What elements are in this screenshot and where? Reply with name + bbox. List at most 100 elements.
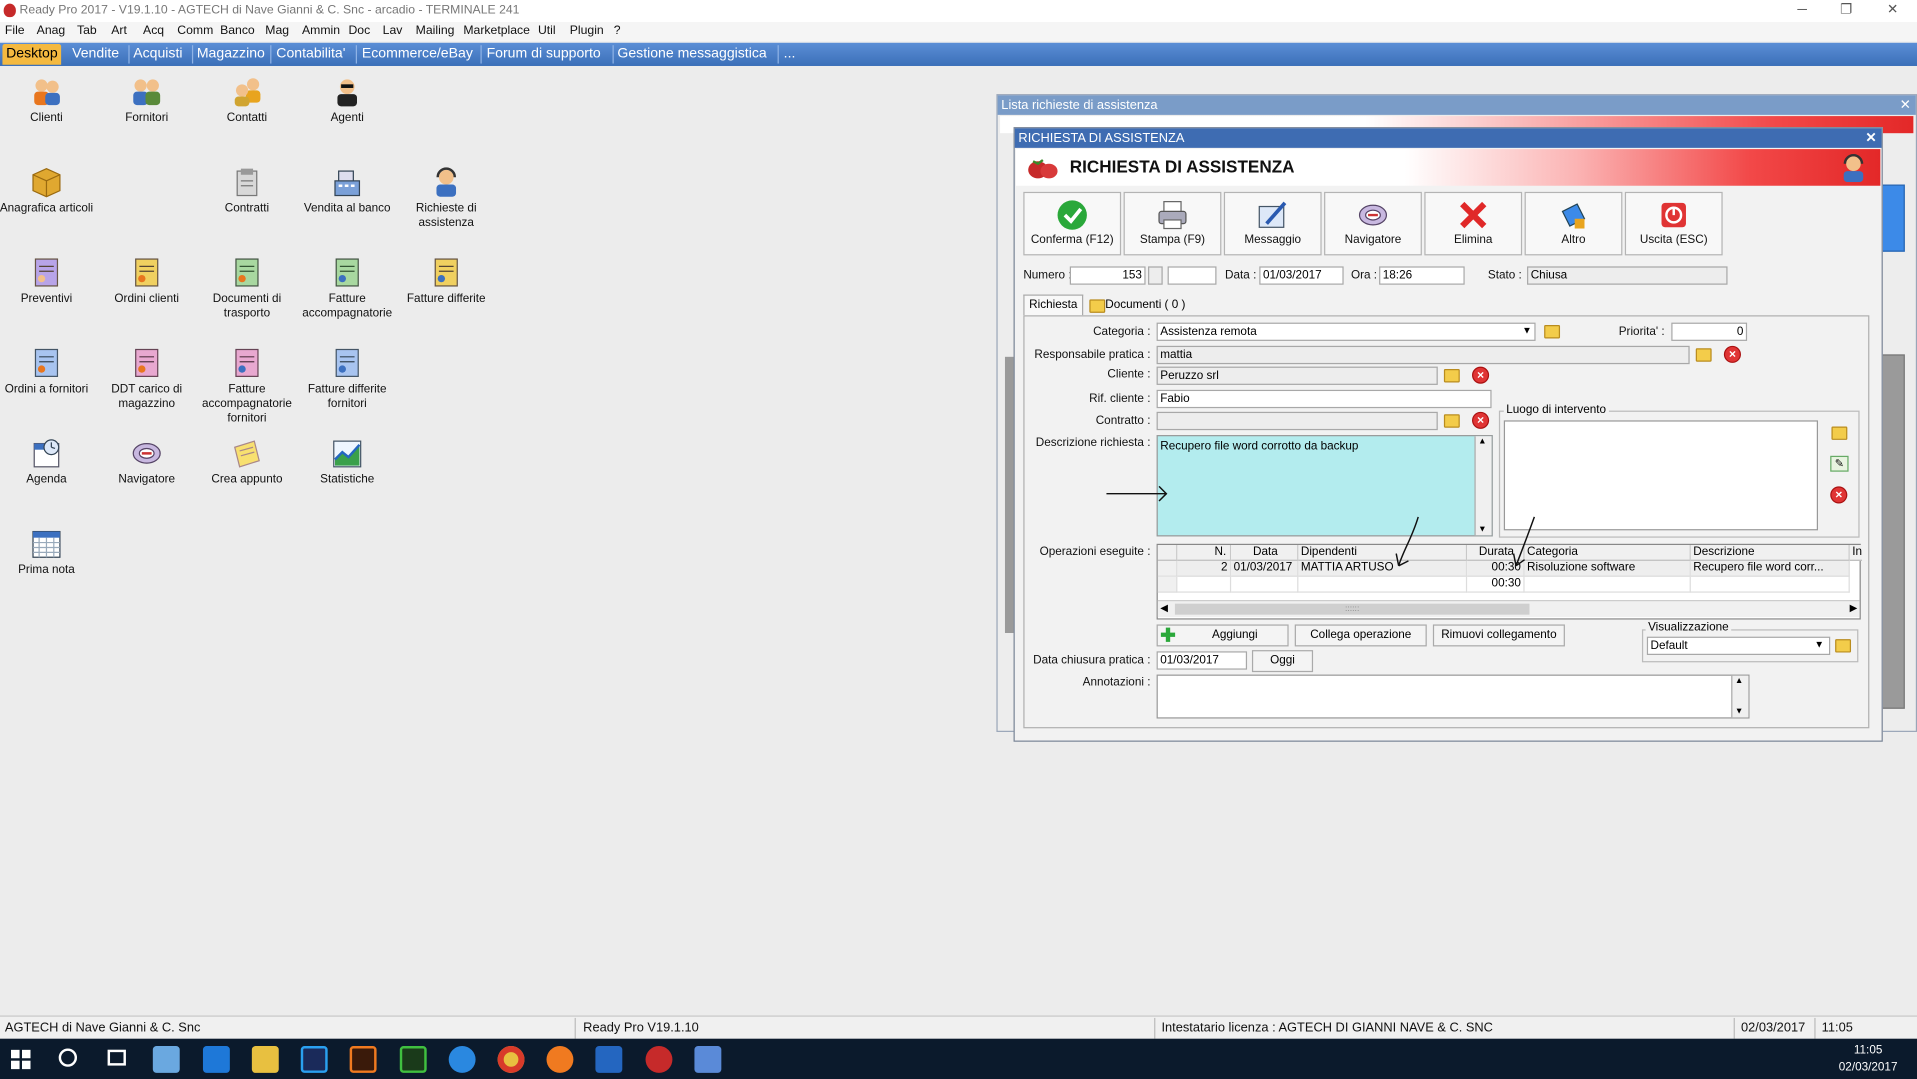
visualizzazione-dropdown-icon[interactable]: ▼ — [1814, 639, 1824, 650]
other-button[interactable]: Altro — [1524, 191, 1623, 256]
dreamweaver-icon[interactable] — [399, 1046, 427, 1073]
cliente-clear-icon[interactable]: × — [1472, 366, 1490, 384]
desktop-icon-agenda[interactable]: Agenda — [0, 437, 95, 487]
menu-plugin[interactable]: Plugin — [570, 24, 604, 37]
menu-mailing[interactable]: Mailing — [416, 24, 455, 37]
desktop-icon-statistiche[interactable]: Statistiche — [298, 437, 396, 487]
categoria-select[interactable]: Assistenza remota — [1156, 322, 1536, 341]
grid-header-in[interactable]: In — [1849, 545, 1863, 561]
responsabile-field[interactable]: mattia — [1156, 345, 1690, 365]
tab-forum[interactable]: Forum di supporto — [483, 44, 604, 65]
internet-explorer-icon[interactable] — [448, 1046, 476, 1073]
numero-spin[interactable] — [1148, 266, 1163, 285]
app-taskbar-icon-2[interactable] — [694, 1046, 722, 1073]
subtab-richiesta[interactable]: Richiesta — [1023, 294, 1084, 316]
rif-cliente-field[interactable]: Fabio — [1156, 389, 1492, 409]
chiusura-field[interactable]: 01/03/2017 — [1156, 651, 1248, 670]
tab-magazzino[interactable]: Magazzino — [193, 44, 268, 65]
request-close-button[interactable]: ✕ — [1865, 130, 1876, 146]
print-button[interactable]: Stampa (F9) — [1123, 191, 1222, 256]
desktop-icon-preventivi[interactable]: Preventivi — [0, 257, 95, 307]
numero-field[interactable]: 153 — [1069, 266, 1146, 285]
close-window-button[interactable]: ✕ — [1871, 0, 1915, 22]
today-button[interactable]: Oggi — [1251, 650, 1314, 673]
menu-banco[interactable]: Banco — [220, 24, 255, 37]
desktop-icon-fatture-differite-fornitori[interactable]: Fatture differite fornitori — [298, 347, 396, 412]
windows-start-icon[interactable] — [11, 1049, 31, 1073]
subtab-documenti[interactable]: Documenti ( 0 ) — [1086, 296, 1186, 316]
remove-link-button[interactable]: Rimuovi collegamento — [1432, 624, 1565, 647]
cliente-folder-icon[interactable] — [1443, 369, 1460, 383]
menu-comm[interactable]: Comm — [177, 24, 213, 37]
desktop-icon-anagrafica-articoli[interactable]: Anagrafica articoli — [0, 166, 95, 216]
cliente-field[interactable]: Peruzzo srl — [1156, 366, 1438, 385]
link-operation-button[interactable]: Collega operazione — [1294, 624, 1427, 647]
annotazioni-textarea[interactable] — [1156, 674, 1750, 719]
contratto-field[interactable] — [1156, 411, 1438, 431]
support-list-close-button[interactable]: ✕ — [1900, 97, 1911, 113]
luogo-folder-icon[interactable] — [1831, 426, 1848, 440]
desktop-icon-vendita-banco[interactable]: Vendita al banco — [298, 166, 396, 216]
responsabile-folder-icon[interactable] — [1695, 348, 1712, 362]
exit-button[interactable]: Uscita (ESC) — [1624, 191, 1723, 256]
outlook-icon[interactable] — [595, 1046, 623, 1073]
tab-acquisti[interactable]: Acquisti — [130, 44, 187, 65]
tab-ecommerce[interactable]: Ecommerce/eBay — [358, 44, 476, 65]
desktop-icon-navigatore[interactable]: Navigatore — [98, 437, 196, 487]
search-icon[interactable] — [58, 1048, 78, 1067]
file-explorer-icon[interactable] — [251, 1046, 279, 1073]
task-view-icon[interactable] — [107, 1049, 126, 1066]
desktop-icon-documenti-trasporto[interactable]: Documenti di trasporto — [198, 257, 296, 322]
grid-horizontal-scrollbar[interactable]: ◀ :::::: ▶ — [1157, 600, 1860, 618]
data-field[interactable]: 01/03/2017 — [1259, 266, 1344, 285]
navigator-button[interactable]: Navigatore — [1324, 191, 1422, 256]
tab-messaggistica[interactable]: Gestione messaggistica — [614, 44, 771, 65]
menu-mag[interactable]: Mag — [265, 24, 289, 37]
menu-lav[interactable]: Lav — [383, 24, 403, 37]
tab-contabilita[interactable]: Contabilita' — [273, 44, 349, 65]
menu-acq[interactable]: Acq — [143, 24, 164, 37]
menu-util[interactable]: Util — [538, 24, 556, 37]
desktop-icon-fornitori[interactable]: Fornitori — [98, 76, 196, 126]
ora-field[interactable]: 18:26 — [1379, 266, 1465, 285]
menu-file[interactable]: File — [5, 24, 25, 37]
delete-button[interactable]: Elimina — [1424, 191, 1523, 256]
priorita-field[interactable]: 0 — [1671, 322, 1748, 341]
desktop-icon-crea-appunto[interactable]: Crea appunto — [198, 437, 296, 487]
desktop-icon-ordini-fornitori[interactable]: Ordini a fornitori — [0, 347, 95, 397]
desktop-icon-prima-nota[interactable]: Prima nota — [0, 528, 95, 578]
tab-vendite[interactable]: Vendite — [68, 44, 122, 65]
contratto-folder-icon[interactable] — [1443, 414, 1460, 428]
desktop-icon-fatture-accompagnatorie[interactable]: Fatture accompagnatorie — [298, 257, 396, 322]
ready-pro-icon[interactable] — [645, 1046, 673, 1073]
menu-marketplace[interactable]: Marketplace — [463, 24, 530, 37]
minimize-button[interactable]: ─ — [1780, 0, 1824, 22]
desktop-icon-fatture-differite[interactable]: Fatture differite — [397, 257, 495, 307]
tab-more[interactable]: ... — [780, 44, 799, 65]
menu-tab[interactable]: Tab — [77, 24, 97, 37]
desktop-icon-contratti[interactable]: Contratti — [198, 166, 296, 216]
menu-ammin[interactable]: Ammin — [302, 24, 340, 37]
categoria-dropdown-icon[interactable]: ▼ — [1522, 325, 1532, 336]
desktop-icon-contatti[interactable]: Contatti — [198, 76, 296, 126]
photoshop-icon[interactable] — [300, 1046, 328, 1073]
list-scroll-area[interactable] — [1880, 354, 1905, 709]
luogo-edit-icon[interactable]: ✎ — [1830, 455, 1849, 472]
numero-suffix-field[interactable] — [1167, 266, 1217, 285]
illustrator-icon[interactable] — [349, 1046, 377, 1073]
desktop-icon-ddt-carico[interactable]: DDT carico di magazzino — [98, 347, 196, 412]
menu-help[interactable]: ? — [614, 24, 621, 37]
categoria-folder-icon[interactable] — [1544, 325, 1561, 339]
tab-desktop[interactable]: Desktop — [2, 43, 62, 65]
desktop-icon-clienti[interactable]: Clienti — [0, 76, 95, 126]
chrome-icon[interactable] — [497, 1046, 525, 1073]
desktop-icon-richieste-assistenza[interactable]: Richieste di assistenza — [397, 166, 495, 231]
edge-icon[interactable] — [202, 1046, 230, 1073]
menu-art[interactable]: Art — [111, 24, 127, 37]
firefox-icon[interactable] — [546, 1046, 574, 1073]
taskbar-clock[interactable]: 11:05 02/03/2017 — [1839, 1042, 1898, 1076]
restore-button[interactable]: ❐ — [1824, 0, 1868, 22]
menu-anag[interactable]: Anag — [37, 24, 66, 37]
app-taskbar-icon-1[interactable] — [152, 1046, 180, 1073]
responsabile-clear-icon[interactable]: × — [1723, 345, 1741, 363]
